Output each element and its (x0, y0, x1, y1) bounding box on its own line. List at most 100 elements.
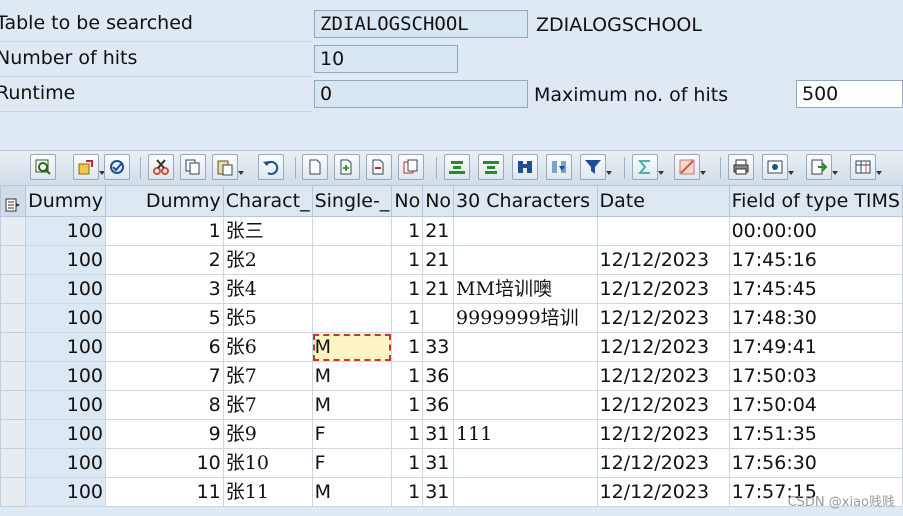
check-icon[interactable] (104, 154, 130, 180)
column-header[interactable]: Field of type TIMS (728, 185, 903, 217)
table-cell[interactable]: 100 (25, 419, 107, 449)
row-selector[interactable] (0, 303, 27, 333)
table-name-field[interactable]: ZDIALOGSCHOOL (314, 10, 528, 38)
table-cell[interactable]: 12/12/2023 (596, 419, 730, 449)
table-row[interactable]: 100 7 张7 M 1 36 12/12/2023 17:50:03 (0, 361, 903, 391)
views-icon[interactable] (762, 154, 794, 180)
paste-icon[interactable] (212, 154, 244, 180)
column-header[interactable]: Dummy (105, 185, 224, 217)
table-cell[interactable]: 12/12/2023 (596, 390, 730, 420)
row-selector[interactable] (0, 361, 27, 391)
table-cell[interactable]: 17:51:35 (728, 419, 903, 449)
table-cell[interactable]: 21 (422, 245, 455, 275)
table-cell[interactable]: 17:50:03 (728, 361, 903, 391)
table-cell[interactable] (453, 245, 598, 275)
table-cell[interactable]: 张10 (222, 448, 313, 478)
active-edit-cell[interactable]: M (311, 332, 393, 362)
table-cell[interactable]: 100 (25, 390, 107, 420)
table-cell[interactable]: 1 (391, 390, 424, 420)
row-selector[interactable] (0, 274, 27, 304)
table-cell[interactable]: 张4 (222, 274, 313, 304)
table-cell[interactable]: 7 (105, 361, 224, 391)
table-cell[interactable]: 100 (25, 332, 107, 362)
table-row[interactable]: 100 3 张4 1 21 MM培训噢 12/12/2023 17:45:45 (0, 274, 903, 304)
table-cell[interactable]: 33 (422, 332, 455, 362)
find-icon[interactable] (512, 154, 538, 180)
table-cell[interactable]: 00:00:00 (728, 216, 903, 246)
table-cell[interactable]: 111 (453, 419, 598, 449)
row-selector[interactable] (0, 332, 27, 362)
table-cell[interactable]: 17:45:16 (728, 245, 903, 275)
table-row[interactable]: 100 1 张三 1 21 00:00:00 (0, 216, 903, 246)
table-cell[interactable]: 12/12/2023 (596, 448, 730, 478)
table-cell[interactable]: 12/12/2023 (596, 332, 730, 362)
table-cell[interactable]: 张7 (222, 390, 313, 420)
table-cell[interactable]: 张9 (222, 419, 313, 449)
table-cell[interactable]: 9 (105, 419, 224, 449)
table-cell[interactable]: 100 (25, 274, 107, 304)
table-cell[interactable]: 17:48:30 (728, 303, 903, 333)
table-cell[interactable]: 1 (391, 216, 424, 246)
table-cell[interactable]: 31 (422, 448, 455, 478)
table-cell[interactable]: 张2 (222, 245, 313, 275)
table-cell[interactable]: 100 (25, 216, 107, 246)
table-cell[interactable]: 12/12/2023 (596, 303, 730, 333)
table-cell[interactable]: 12/12/2023 (596, 361, 730, 391)
column-header[interactable]: No (391, 185, 424, 217)
table-cell[interactable] (453, 216, 598, 246)
table-cell[interactable] (311, 274, 393, 304)
table-cell[interactable]: 6 (105, 332, 224, 362)
table-cell[interactable]: F (311, 419, 393, 449)
refresh-icon[interactable] (73, 154, 105, 180)
table-cell[interactable]: 1 (391, 477, 424, 507)
row-selector[interactable] (0, 245, 27, 275)
table-cell[interactable]: 1 (391, 303, 424, 333)
table-cell[interactable]: 31 (422, 477, 455, 507)
column-header[interactable]: Dummy (25, 185, 107, 217)
table-cell[interactable]: 张7 (222, 361, 313, 391)
table-cell[interactable] (422, 303, 455, 333)
table-row[interactable]: 100 6 张6 M 1 33 12/12/2023 17:49:41 (0, 332, 903, 362)
sum-icon[interactable] (632, 154, 664, 180)
table-cell[interactable]: 3 (105, 274, 224, 304)
table-cell[interactable]: MM培训噢 (453, 274, 598, 304)
table-cell[interactable] (311, 216, 393, 246)
layout-icon[interactable] (850, 154, 882, 180)
table-cell[interactable]: 31 (422, 419, 455, 449)
table-cell[interactable]: 1 (391, 361, 424, 391)
table-cell[interactable] (453, 390, 598, 420)
table-cell[interactable]: 36 (422, 390, 455, 420)
table-cell[interactable]: 张三 (222, 216, 313, 246)
table-cell[interactable]: F (311, 448, 393, 478)
table-cell[interactable]: 36 (422, 361, 455, 391)
table-cell[interactable]: 5 (105, 303, 224, 333)
column-header[interactable]: Charact_ (222, 185, 313, 217)
print-icon[interactable] (728, 154, 754, 180)
table-cell[interactable]: 100 (25, 448, 107, 478)
table-cell[interactable]: 100 (25, 245, 107, 275)
table-cell[interactable]: M (311, 361, 393, 391)
row-selector[interactable] (0, 448, 27, 478)
table-cell[interactable] (453, 448, 598, 478)
column-header[interactable]: No (422, 185, 455, 217)
row-selector[interactable] (0, 390, 27, 420)
table-cell[interactable]: 10 (105, 448, 224, 478)
select-all-icon[interactable] (0, 185, 27, 217)
delete-row-icon[interactable] (366, 154, 392, 180)
table-cell[interactable]: 100 (25, 361, 107, 391)
table-row[interactable]: 100 5 张5 1 9999999培训 12/12/2023 17:48:30 (0, 303, 903, 333)
table-cell[interactable]: M (311, 477, 393, 507)
insert-row-icon[interactable] (334, 154, 360, 180)
undo-icon[interactable] (258, 154, 284, 180)
runtime-field[interactable]: 0 (314, 80, 528, 108)
table-cell[interactable] (453, 477, 598, 507)
duplicate-row-icon[interactable] (398, 154, 424, 180)
details-icon[interactable] (30, 154, 56, 180)
subtotal-icon[interactable] (674, 154, 706, 180)
table-cell[interactable] (453, 332, 598, 362)
table-cell[interactable]: 17:56:30 (728, 448, 903, 478)
table-cell[interactable] (311, 245, 393, 275)
table-cell[interactable]: 张5 (222, 303, 313, 333)
table-cell[interactable]: 1 (391, 274, 424, 304)
table-cell[interactable]: 1 (391, 419, 424, 449)
